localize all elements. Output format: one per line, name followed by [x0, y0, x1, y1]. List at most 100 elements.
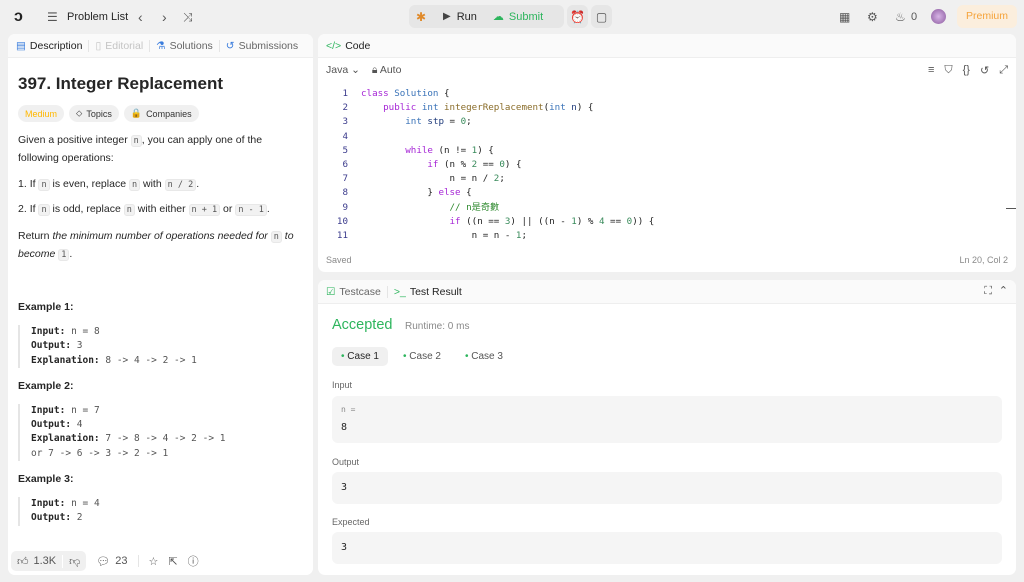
language-select[interactable]: Java ⌄: [326, 64, 360, 77]
terminal-icon: >_: [393, 285, 406, 298]
format-icon[interactable]: ≡: [928, 64, 934, 77]
code-text: } else {: [361, 187, 472, 199]
code-line[interactable]: 7 n = n / 2;: [318, 172, 998, 186]
next-problem-icon[interactable]: ›: [162, 9, 167, 25]
problem-list-link[interactable]: Problem List: [67, 11, 128, 23]
line-number: 5: [342, 144, 348, 156]
line-number: 10: [336, 215, 348, 227]
layout-icon[interactable]: ▦: [839, 10, 850, 24]
share-icon[interactable]: ⇱: [168, 555, 177, 568]
code-line[interactable]: 9 // n是奇數: [318, 201, 998, 215]
test-result-panel: ☑ Testcase >_ Test Result ⛶ ⌃ Accepted Run…: [318, 280, 1016, 575]
lock-icon: 🔒: [130, 108, 143, 118]
input-value: 8: [341, 422, 348, 433]
premium-button[interactable]: Premium: [957, 5, 1017, 28]
dislike-button[interactable]: 👎︎: [63, 555, 86, 568]
expected-box: 3: [332, 532, 1002, 564]
streak-count: 0: [911, 11, 918, 23]
scrollbar[interactable]: [1006, 208, 1016, 209]
example-1-title: Example 1:: [18, 301, 74, 313]
tab-editorial[interactable]: ▯ Editorial: [95, 40, 143, 52]
result-tabs: ☑ Testcase >_ Test Result: [318, 280, 1016, 304]
maximize-icon[interactable]: ⛶: [984, 285, 992, 298]
tab-submissions[interactable]: ↺ Submissions: [226, 40, 298, 52]
result-status: Accepted: [332, 317, 393, 333]
auto-mode[interactable]: 🔒︎ Auto: [372, 64, 402, 77]
note-icon[interactable]: ▢: [591, 5, 612, 28]
document-icon: ▤: [16, 39, 26, 52]
code-line[interactable]: 3 int stp = 0;: [318, 115, 998, 129]
tab-test-result[interactable]: >_ Test Result: [394, 286, 462, 298]
star-icon[interactable]: ☆: [149, 555, 159, 568]
output-label: Output: [332, 457, 360, 467]
code-text: int stp = 0;: [405, 116, 472, 128]
code-line[interactable]: 1 class Solution {: [318, 87, 998, 101]
description-panel: ▤ Description ▯ Editorial ⚗ Solutions ↺ Subm…: [8, 34, 313, 575]
reset-icon[interactable]: ↺: [980, 64, 989, 77]
divider: [88, 39, 90, 52]
operation-1: 1. If n is even, replace n with n / 2.: [18, 178, 200, 191]
bookmark-icon[interactable]: ⛉: [944, 64, 952, 77]
shuffle-icon[interactable]: ⤨: [183, 10, 193, 25]
expected-label: Expected: [332, 517, 370, 527]
gear-icon[interactable]: ⚙: [867, 10, 878, 24]
code-text: if ((n == 3) || ((n - 1) % 4 == 0)) {: [449, 215, 655, 227]
code-text: while (n != 1) {: [405, 144, 494, 156]
expand-icon[interactable]: ⤢: [999, 64, 1008, 77]
line-number: 6: [342, 158, 348, 170]
input-label: Input: [332, 380, 353, 390]
alarm-clock-icon[interactable]: ⏰: [567, 5, 588, 28]
like-button[interactable]: 👍︎ 1.3K: [11, 554, 64, 568]
submit-button[interactable]: ☁ Submit: [487, 5, 549, 28]
prev-problem-icon[interactable]: ‹: [138, 9, 143, 25]
companies-button[interactable]: 🔒 Companies: [123, 105, 199, 122]
code-text: n = n - 1;: [361, 229, 527, 241]
example-2-title: Example 2:: [18, 379, 74, 392]
case-1-tab[interactable]: • Case 1: [332, 347, 388, 366]
run-button[interactable]: ▶ Run: [433, 5, 487, 28]
code-line[interactable]: 4: [318, 130, 998, 144]
leetcode-logo-icon[interactable]: ↄ: [14, 8, 23, 26]
topics-button[interactable]: ⬦ Topics: [69, 105, 119, 122]
line-number: 2: [342, 102, 348, 114]
example-3: Input: n = 4 Output: 2: [18, 497, 303, 526]
tab-testcase[interactable]: ☑ Testcase: [326, 286, 381, 298]
help-icon[interactable]: ⓘ: [188, 553, 199, 569]
problem-tags: Medium ⬦ Topics 🔒 Companies: [18, 105, 303, 122]
debug-icon[interactable]: ✱: [409, 10, 433, 24]
line-number: 3: [342, 116, 348, 128]
code-text: class Solution {: [361, 88, 450, 99]
code-line[interactable]: 10 if ((n == 3) || ((n - 1) % 4 == 0)) {: [318, 215, 998, 229]
collapse-icon[interactable]: ⌃: [999, 284, 1008, 297]
line-number: 1: [342, 88, 348, 99]
tab-code[interactable]: </> Code: [326, 40, 370, 52]
code-text: n = n / 2;: [361, 173, 505, 185]
code-editor[interactable]: 1 class Solution { 2 public int integerRep…: [318, 87, 998, 243]
tab-description[interactable]: ▤ Description: [16, 40, 82, 52]
code-line[interactable]: 11 n = n - 1;: [318, 229, 998, 243]
avatar[interactable]: [931, 9, 946, 24]
example-1: Input: n = 8 Output: 3 Explanation: 8 ->…: [18, 325, 303, 368]
thumbs-down-icon: 👎︎: [69, 555, 81, 568]
code-line[interactable]: 2 public int integerReplacement(int n) {: [318, 101, 998, 115]
expected-value: 3: [341, 542, 348, 553]
code-line[interactable]: 5 while (n != 1) {: [318, 144, 998, 158]
tab-solutions[interactable]: ⚗ Solutions: [156, 40, 213, 52]
example-2: Input: n = 7 Output: 4 Explanation: 7 ->…: [18, 403, 303, 462]
description-footer: 👍︎ 1.3K 👎︎ 💬︎ 23 ☆ ⇱ ⓘ: [8, 547, 313, 575]
play-icon: ▶: [443, 11, 451, 22]
divider: [149, 39, 151, 52]
braces-icon[interactable]: {}: [963, 64, 970, 77]
cloud-upload-icon: ☁: [492, 11, 504, 23]
code-line[interactable]: 8 } else {: [318, 186, 998, 200]
code-icon: </>: [326, 39, 342, 52]
case-3-tab[interactable]: • Case 3: [456, 347, 512, 366]
case-2-tab[interactable]: • Case 2: [394, 347, 450, 366]
code-line[interactable]: 6 if (n % 2 == 0) {: [318, 158, 998, 172]
run-controls: ✱ ▶ Run ☁ Submit: [409, 5, 564, 28]
divider: [386, 285, 388, 298]
comments-button[interactable]: 💬︎ 23: [96, 555, 127, 568]
code-text: // n是奇數: [449, 201, 500, 213]
lock-icon: 🔒︎: [371, 64, 378, 76]
divider: [137, 555, 139, 567]
